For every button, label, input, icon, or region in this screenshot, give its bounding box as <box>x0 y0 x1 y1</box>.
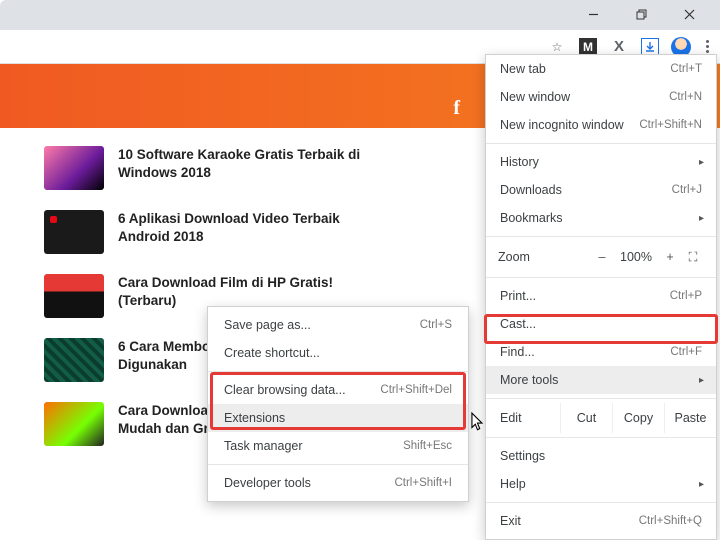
menu-separator <box>486 277 716 278</box>
menu-separator <box>208 371 468 372</box>
edit-cut-button[interactable]: Cut <box>560 403 612 433</box>
menu-find[interactable]: Find...Ctrl+F <box>486 338 716 366</box>
mouse-cursor-icon <box>470 412 485 432</box>
menu-bookmarks[interactable]: Bookmarks▸ <box>486 204 716 232</box>
menu-separator <box>486 437 716 438</box>
download-icon[interactable] <box>641 38 659 56</box>
menu-separator <box>486 236 716 237</box>
fullscreen-button[interactable]: ⛶ <box>682 250 704 265</box>
zoom-out-button[interactable]: – <box>590 250 614 264</box>
menu-settings[interactable]: Settings <box>486 442 716 470</box>
menu-edit: Edit Cut Copy Paste <box>486 403 716 433</box>
menu-zoom: Zoom – 100% + ⛶ <box>486 241 716 273</box>
menu-separator <box>486 143 716 144</box>
menu-separator <box>486 502 716 503</box>
submenu-dev-tools[interactable]: Developer toolsCtrl+Shift+I <box>208 469 468 497</box>
list-item[interactable]: 6 Aplikasi Download Video Terbaik Androi… <box>44 210 374 254</box>
menu-new-tab[interactable]: New tabCtrl+T <box>486 55 716 83</box>
menu-separator <box>486 398 716 399</box>
menu-help[interactable]: Help▸ <box>486 470 716 498</box>
thumbnail <box>44 210 104 254</box>
submenu-clear-data[interactable]: Clear browsing data...Ctrl+Shift+Del <box>208 376 468 404</box>
menu-separator <box>208 464 468 465</box>
list-item[interactable]: 10 Software Karaoke Gratis Terbaik di Wi… <box>44 146 374 190</box>
menu-new-window[interactable]: New windowCtrl+N <box>486 83 716 111</box>
submenu-save-page[interactable]: Save page as...Ctrl+S <box>208 311 468 339</box>
chevron-right-icon: ▸ <box>699 375 704 386</box>
window-controls <box>580 0 720 28</box>
extension-m-icon[interactable]: M <box>579 38 597 56</box>
chevron-right-icon: ▸ <box>699 213 704 224</box>
menu-incognito[interactable]: New incognito windowCtrl+Shift+N <box>486 111 716 139</box>
menu-cast[interactable]: Cast... <box>486 310 716 338</box>
thumbnail <box>44 146 104 190</box>
app-menu: New tabCtrl+T New windowCtrl+N New incog… <box>485 54 717 540</box>
minimize-button[interactable] <box>580 3 606 25</box>
article-title: 6 Aplikasi Download Video Terbaik Androi… <box>118 210 374 254</box>
chevron-right-icon: ▸ <box>699 479 704 490</box>
submenu-task-manager[interactable]: Task managerShift+Esc <box>208 432 468 460</box>
thumbnail <box>44 402 104 446</box>
close-button[interactable] <box>676 3 702 25</box>
submenu-extensions[interactable]: Extensions <box>208 404 468 432</box>
menu-exit[interactable]: ExitCtrl+Shift+Q <box>486 507 716 535</box>
edit-paste-button[interactable]: Paste <box>664 403 716 433</box>
zoom-value: 100% <box>614 250 658 264</box>
facebook-icon[interactable]: f <box>453 97 460 120</box>
menu-more-tools[interactable]: More tools▸ <box>486 366 716 394</box>
more-tools-submenu: Save page as...Ctrl+S Create shortcut...… <box>207 306 469 502</box>
menu-history[interactable]: History▸ <box>486 148 716 176</box>
thumbnail <box>44 338 104 382</box>
menu-print[interactable]: Print...Ctrl+P <box>486 282 716 310</box>
article-title: 10 Software Karaoke Gratis Terbaik di Wi… <box>118 146 374 190</box>
chevron-right-icon: ▸ <box>699 157 704 168</box>
restore-button[interactable] <box>628 3 654 25</box>
submenu-create-shortcut[interactable]: Create shortcut... <box>208 339 468 367</box>
edit-copy-button[interactable]: Copy <box>612 403 664 433</box>
thumbnail <box>44 274 104 318</box>
menu-downloads[interactable]: DownloadsCtrl+J <box>486 176 716 204</box>
zoom-in-button[interactable]: + <box>658 250 682 264</box>
